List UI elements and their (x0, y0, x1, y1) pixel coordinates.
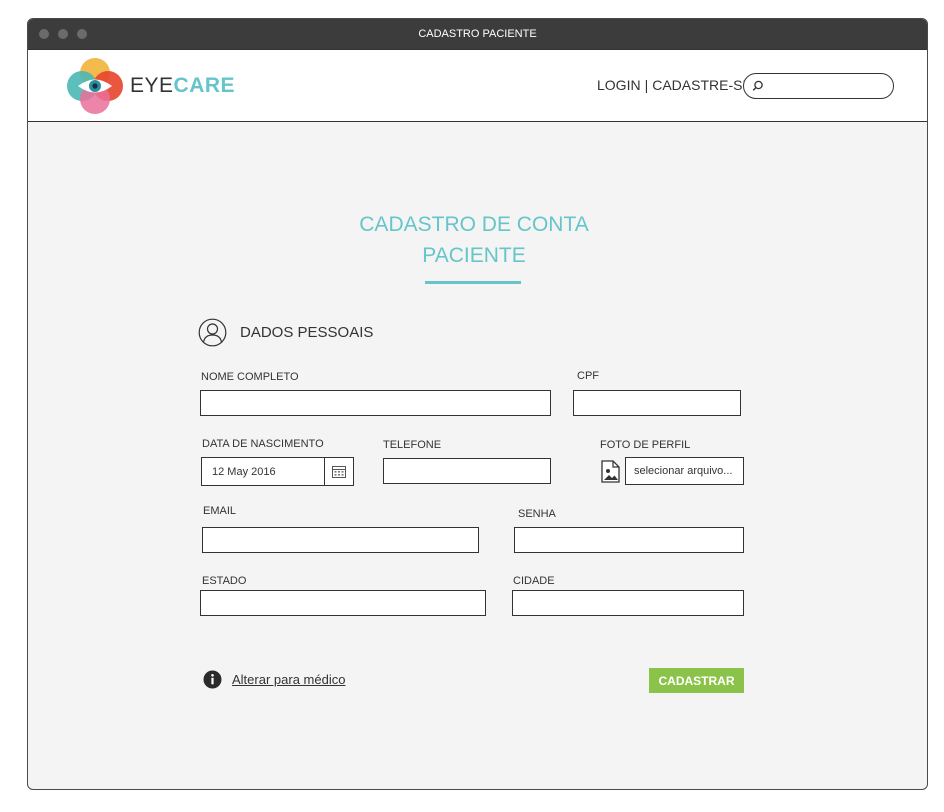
eyecare-logo[interactable]: EYECARE (66, 57, 235, 115)
site-header: EYECARE LOGIN | CADASTRE-SE (28, 49, 927, 122)
city-input[interactable] (512, 590, 744, 616)
window-title: CADASTRO PACIENTE (418, 28, 537, 40)
title-bar: CADASTRO PACIENTE (28, 19, 927, 49)
state-label: ESTADO (202, 575, 247, 587)
logo-wordmark: EYECARE (130, 74, 235, 98)
login-link[interactable]: LOGIN (597, 77, 641, 93)
logo-eye-icon (67, 58, 123, 114)
search-box[interactable] (743, 73, 894, 99)
logo-text-eye: EYE (130, 74, 174, 97)
birth-date-value: 12 May 2016 (212, 466, 276, 478)
close-window-button[interactable] (39, 29, 49, 39)
nav-separator: | (644, 77, 649, 93)
birth-date-label: DATA DE NASCIMENTO (202, 438, 324, 450)
personal-data-section-header: DADOS PESSOAIS (198, 318, 373, 347)
birth-date-picker[interactable]: 12 May 2016 (201, 457, 354, 486)
switch-to-doctor-link[interactable]: Alterar para médico (232, 672, 345, 687)
cpf-label: CPF (577, 370, 599, 382)
calendar-icon (332, 466, 346, 478)
register-button[interactable]: CADASTRAR (649, 668, 744, 693)
cpf-input[interactable] (573, 390, 741, 416)
page-title: CADASTRO DE CONTA PACIENTE (359, 213, 589, 267)
city-label: CIDADE (513, 575, 555, 587)
title-underline (425, 281, 521, 284)
user-icon (198, 318, 227, 347)
info-icon (203, 670, 222, 689)
email-label: EMAIL (203, 505, 237, 517)
state-input[interactable] (200, 590, 486, 616)
search-input[interactable] (768, 77, 886, 95)
full-name-input[interactable] (200, 390, 551, 416)
maximize-window-button[interactable] (77, 29, 87, 39)
profile-photo-label: FOTO DE PERFIL (600, 439, 691, 451)
email-input[interactable] (202, 527, 479, 553)
search-icon (752, 80, 763, 91)
minimize-window-button[interactable] (58, 29, 68, 39)
calendar-button[interactable] (324, 458, 353, 485)
browser-window: CADASTRO PACIENTE EYECARE LOGIN | CADAST… (27, 18, 928, 790)
password-input[interactable] (514, 527, 744, 553)
full-name-label: NOME COMPLETO (201, 371, 299, 383)
signup-link[interactable]: CADASTRE-SE (652, 77, 752, 93)
image-file-icon[interactable] (601, 460, 620, 483)
logo-text-care: CARE (173, 74, 236, 97)
phone-input[interactable] (383, 458, 551, 484)
phone-label: TELEFONE (383, 439, 442, 451)
auth-links: LOGIN | CADASTRE-SE (597, 77, 752, 93)
switch-role: Alterar para médico (203, 670, 345, 689)
section-title: DADOS PESSOAIS (240, 324, 374, 341)
password-label: SENHA (518, 508, 556, 520)
window-controls (39, 29, 87, 39)
profile-photo-file-input[interactable]: selecionar arquivo... (625, 457, 744, 485)
